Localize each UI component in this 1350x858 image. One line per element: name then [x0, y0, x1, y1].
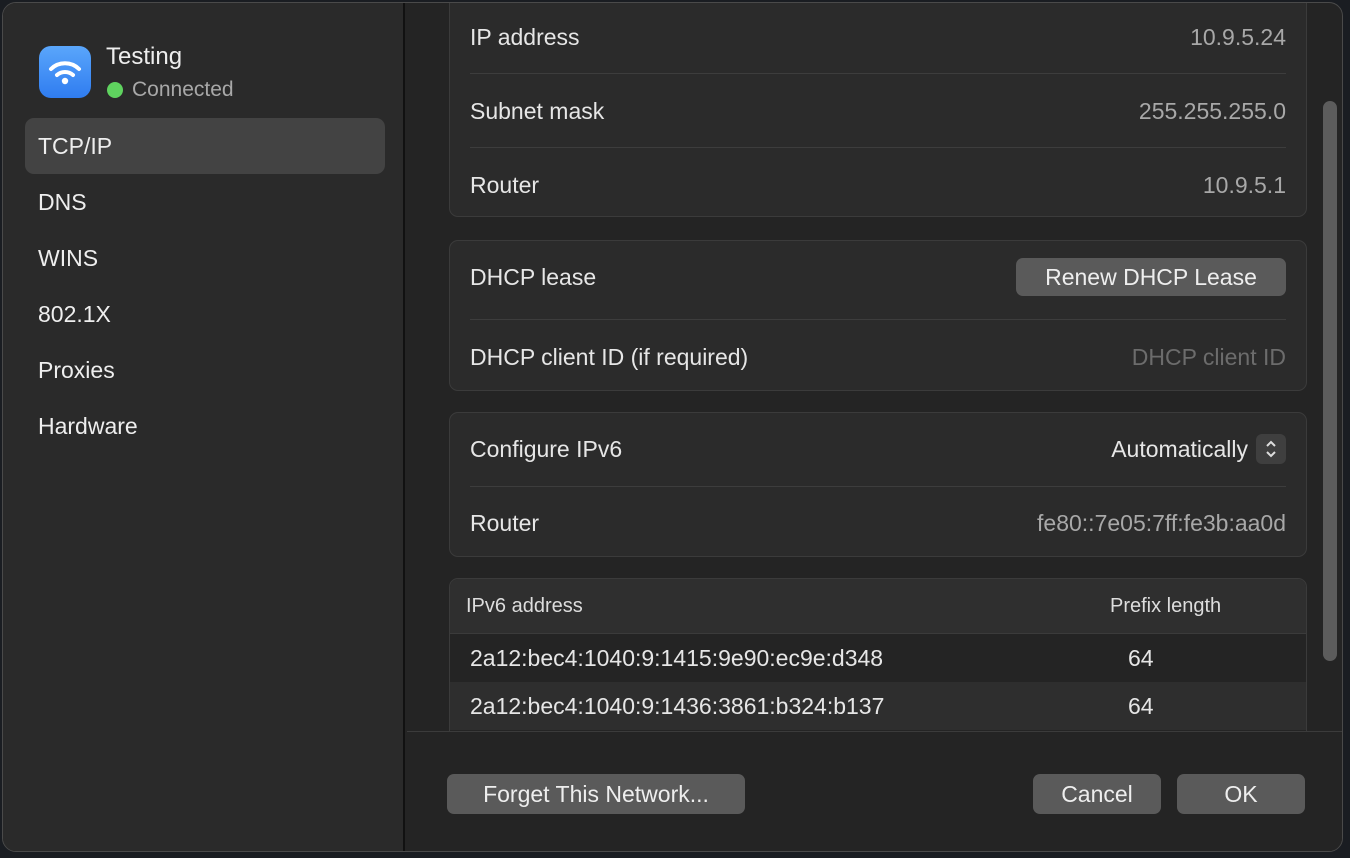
ipv6-router-row: Router fe80::7e05:7ff:fe3b:aa0d [470, 503, 1286, 543]
configure-ipv6-label: Configure IPv6 [470, 435, 623, 462]
ip-address-label: IP address [470, 23, 580, 50]
footer: Forget This Network... Cancel OK [407, 731, 1342, 851]
network-name: Testing [106, 43, 183, 70]
chevron-up-down-icon [1256, 434, 1286, 464]
divider [470, 319, 1286, 320]
ipv6-address-cell: 2a12:bec4:1040:9:1415:9e90:ec9e:d348 [470, 644, 884, 671]
ipv6-address-table: IPv6 address Prefix length 2a12:bec4:1040… [449, 578, 1307, 731]
dhcp-client-id-label: DHCP client ID (if required) [470, 343, 749, 370]
dhcp-client-id-input[interactable]: DHCP client ID [1132, 344, 1286, 371]
dhcp-client-id-row: DHCP client ID (if required) DHCP client … [470, 337, 1286, 377]
dhcp-lease-label: DHCP lease [470, 263, 597, 290]
subnet-label: Subnet mask [470, 97, 605, 124]
sidebar-nav: TCP/IP DNS WINS 802.1X Proxies Hardware [25, 118, 385, 454]
divider [470, 486, 1286, 487]
connection-status: Connected [107, 78, 234, 102]
network-details-window: Testing Connected TCP/IP DNS WINS 802.1X… [2, 2, 1343, 852]
renew-dhcp-lease-button[interactable]: Renew DHCP Lease [1016, 258, 1286, 296]
router-value: 10.9.5.1 [1202, 171, 1286, 198]
ipv6-router-label: Router [470, 509, 540, 536]
ipv6-router-value: fe80::7e05:7ff:fe3b:aa0d [1037, 509, 1286, 536]
ip-address-row: IP address 10.9.5.24 [470, 17, 1286, 57]
ok-button[interactable]: OK [1177, 774, 1305, 814]
prefix-length-cell: 64 [1128, 644, 1154, 671]
configure-ipv6-row: Configure IPv6 Automatically [470, 429, 1286, 469]
ipv4-card: IP address 10.9.5.24 Subnet mask 255.255.2… [449, 3, 1307, 217]
sidebar-item-proxies[interactable]: Proxies [25, 342, 385, 398]
settings-pane: IP address 10.9.5.24 Subnet mask 255.255.2… [407, 3, 1342, 731]
divider [470, 147, 1286, 148]
table-row[interactable]: 2a12:bec4:1040:9:1436:3861:b324:b137 64 [450, 682, 1306, 730]
cancel-button[interactable]: Cancel [1033, 774, 1161, 814]
dhcp-card: DHCP lease Renew DHCP Lease DHCP client … [449, 240, 1307, 391]
status-text: Connected [132, 78, 234, 101]
router-label: Router [470, 171, 540, 198]
status-dot-icon [107, 82, 123, 98]
sidebar-item-8021x[interactable]: 802.1X [25, 286, 385, 342]
configure-ipv6-select[interactable]: Automatically [1111, 434, 1286, 464]
dhcp-lease-row: DHCP lease Renew DHCP Lease [470, 257, 1286, 297]
wifi-icon [39, 46, 91, 98]
prefix-length-cell: 64 [1128, 692, 1154, 719]
sidebar-item-wins[interactable]: WINS [25, 230, 385, 286]
table-row[interactable]: 2a12:bec4:1040:9:1415:9e90:ec9e:d348 64 [450, 634, 1306, 682]
sidebar-item-dns[interactable]: DNS [25, 174, 385, 230]
ipv6-address-cell: 2a12:bec4:1040:9:1436:3861:b324:b137 [470, 692, 885, 719]
configure-ipv6-value: Automatically [1111, 435, 1248, 462]
divider [470, 73, 1286, 74]
subnet-value: 255.255.255.0 [1138, 97, 1286, 124]
table-header: IPv6 address Prefix length [450, 579, 1306, 634]
column-header-prefix-length[interactable]: Prefix length [1110, 595, 1221, 618]
column-header-ipv6-address[interactable]: IPv6 address [450, 595, 1110, 618]
sidebar: Testing Connected TCP/IP DNS WINS 802.1X… [3, 3, 405, 851]
router-row: Router 10.9.5.1 [470, 165, 1286, 205]
sidebar-item-tcpip[interactable]: TCP/IP [25, 118, 385, 174]
scrollbar[interactable] [1323, 101, 1337, 661]
forget-network-button[interactable]: Forget This Network... [447, 774, 745, 814]
subnet-row: Subnet mask 255.255.255.0 [470, 91, 1286, 131]
sidebar-item-hardware[interactable]: Hardware [25, 398, 385, 454]
ipv6-card: Configure IPv6 Automatically Router fe80:… [449, 412, 1307, 557]
ip-address-value: 10.9.5.24 [1190, 23, 1286, 50]
